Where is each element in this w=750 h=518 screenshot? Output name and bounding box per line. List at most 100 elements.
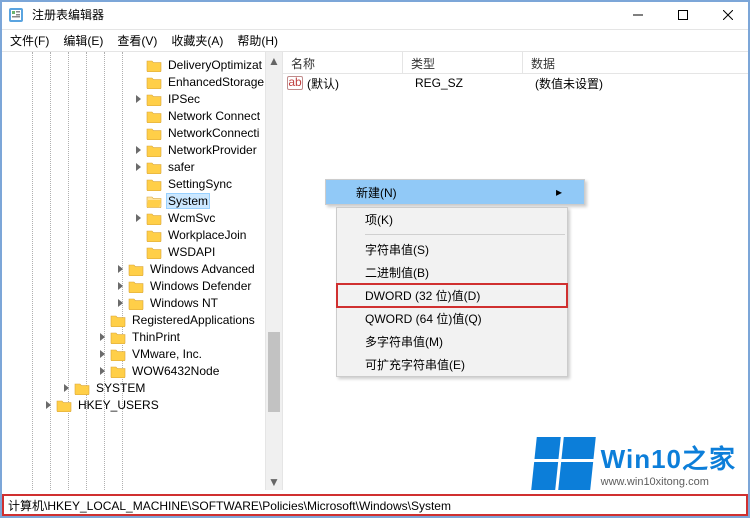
ctx-dword[interactable]: DWORD (32 位)值(D) [337, 284, 567, 307]
value-data: (数值未设置) [527, 75, 750, 92]
expand-icon[interactable] [96, 348, 108, 360]
expand-icon[interactable] [132, 110, 144, 122]
tree-item[interactable]: NetworkProvider [0, 141, 282, 158]
window-title: 注册表编辑器 [32, 6, 615, 23]
col-name[interactable]: 名称 [283, 52, 403, 73]
string-value-icon [287, 76, 303, 90]
ctx-string[interactable]: 字符串值(S) [337, 238, 567, 261]
tree-item[interactable]: VMware, Inc. [0, 345, 282, 362]
expand-icon[interactable] [132, 59, 144, 71]
tree-item[interactable]: RegisteredApplications [0, 311, 282, 328]
tree-item[interactable]: System [0, 192, 282, 209]
menu-separator [365, 234, 565, 235]
watermark-url: www.win10xitong.com [601, 476, 736, 488]
tree-item-label: System [166, 193, 210, 209]
scroll-up-icon[interactable]: ▲ [266, 52, 282, 69]
ctx-new[interactable]: 新建(N) ▸ [326, 180, 584, 204]
expand-icon[interactable] [96, 365, 108, 377]
tree-item-label: WSDAPI [166, 245, 217, 259]
folder-icon [110, 364, 126, 378]
tree-pane[interactable]: DeliveryOptimizatEnhancedStorage IPSec Net… [0, 52, 283, 490]
tree-item[interactable]: SYSTEM [0, 379, 282, 396]
close-button[interactable] [705, 0, 750, 30]
col-type[interactable]: 类型 [403, 52, 523, 73]
tree-item-label: Network Connect [166, 109, 262, 123]
ctx-multistring[interactable]: 多字符串值(M) [337, 330, 567, 353]
expand-icon[interactable] [114, 263, 126, 275]
menu-edit[interactable]: 编辑(E) [57, 30, 109, 51]
folder-icon [110, 313, 126, 327]
tree-item[interactable]: WorkplaceJoin [0, 226, 282, 243]
folder-icon [146, 211, 162, 225]
expand-icon[interactable] [42, 399, 54, 411]
windows-logo-icon [531, 437, 596, 490]
expand-icon[interactable] [60, 382, 72, 394]
context-menu[interactable]: 新建(N) ▸ [325, 179, 585, 205]
menu-help[interactable]: 帮助(H) [231, 30, 284, 51]
tree-item[interactable]: Windows Defender [0, 277, 282, 294]
expand-icon[interactable] [114, 280, 126, 292]
menu-fav[interactable]: 收藏夹(A) [165, 30, 229, 51]
tree-item[interactable]: WSDAPI [0, 243, 282, 260]
list-row[interactable]: (默认) REG_SZ (数值未设置) [283, 74, 750, 92]
ctx-binary[interactable]: 二进制值(B) [337, 261, 567, 284]
folder-icon [146, 109, 162, 123]
tree-item[interactable]: WOW6432Node [0, 362, 282, 379]
tree-item-label: NetworkConnecti [166, 126, 261, 140]
ctx-qword-label: QWORD (64 位)值(Q) [365, 310, 482, 327]
expand-icon[interactable] [114, 297, 126, 309]
new-submenu[interactable]: 项(K) 字符串值(S) 二进制值(B) DWORD (32 位)值(D) QW… [336, 207, 568, 377]
ctx-key[interactable]: 项(K) [337, 208, 567, 231]
tree-item[interactable]: DeliveryOptimizat [0, 56, 282, 73]
folder-icon [56, 398, 72, 412]
tree-item[interactable]: EnhancedStorage [0, 73, 282, 90]
tree-item[interactable]: SettingSync [0, 175, 282, 192]
scroll-thumb[interactable] [268, 332, 280, 412]
ctx-qword[interactable]: QWORD (64 位)值(Q) [337, 307, 567, 330]
expand-icon[interactable] [132, 178, 144, 190]
tree-item-label: WorkplaceJoin [166, 228, 248, 242]
ctx-expandstring[interactable]: 可扩充字符串值(E) [337, 353, 567, 376]
folder-icon [146, 194, 162, 208]
expand-icon[interactable] [132, 195, 144, 207]
tree-item[interactable]: ThinPrint [0, 328, 282, 345]
col-data[interactable]: 数据 [523, 52, 750, 73]
tree-item[interactable]: Network Connect [0, 107, 282, 124]
expand-icon[interactable] [132, 127, 144, 139]
minimize-button[interactable] [615, 0, 660, 30]
expand-icon[interactable] [132, 93, 144, 105]
tree-item[interactable]: NetworkConnecti [0, 124, 282, 141]
folder-icon [146, 75, 162, 89]
menu-view[interactable]: 查看(V) [111, 30, 163, 51]
tree-scrollbar[interactable]: ▲ ▼ [265, 52, 282, 490]
tree-item[interactable]: Windows Advanced [0, 260, 282, 277]
folder-icon [128, 296, 144, 310]
expand-icon[interactable] [96, 314, 108, 326]
tree-item[interactable]: Windows NT [0, 294, 282, 311]
maximize-button[interactable] [660, 0, 705, 30]
list-header: 名称 类型 数据 [283, 52, 750, 74]
expand-icon[interactable] [132, 161, 144, 173]
tree-item-label: IPSec [166, 92, 202, 106]
folder-icon [110, 330, 126, 344]
tree-item[interactable]: safer [0, 158, 282, 175]
expand-icon[interactable] [96, 331, 108, 343]
submenu-arrow-icon: ▸ [556, 185, 562, 199]
expand-icon[interactable] [132, 212, 144, 224]
scroll-down-icon[interactable]: ▼ [266, 473, 282, 490]
expand-icon[interactable] [132, 229, 144, 241]
ctx-string-label: 字符串值(S) [365, 241, 429, 258]
expand-icon[interactable] [132, 246, 144, 258]
tree-item-label: DeliveryOptimizat [166, 58, 264, 72]
status-path: 计算机\HKEY_LOCAL_MACHINE\SOFTWARE\Policies… [8, 497, 451, 514]
status-bar: 计算机\HKEY_LOCAL_MACHINE\SOFTWARE\Policies… [2, 494, 748, 516]
expand-icon[interactable] [132, 144, 144, 156]
menu-file[interactable]: 文件(F) [4, 30, 55, 51]
tree-item-label: SYSTEM [94, 381, 147, 395]
expand-icon[interactable] [132, 76, 144, 88]
ctx-new-label: 新建(N) [356, 184, 397, 201]
tree-item[interactable]: HKEY_USERS [0, 396, 282, 413]
folder-icon [146, 160, 162, 174]
tree-item[interactable]: WcmSvc [0, 209, 282, 226]
tree-item[interactable]: IPSec [0, 90, 282, 107]
